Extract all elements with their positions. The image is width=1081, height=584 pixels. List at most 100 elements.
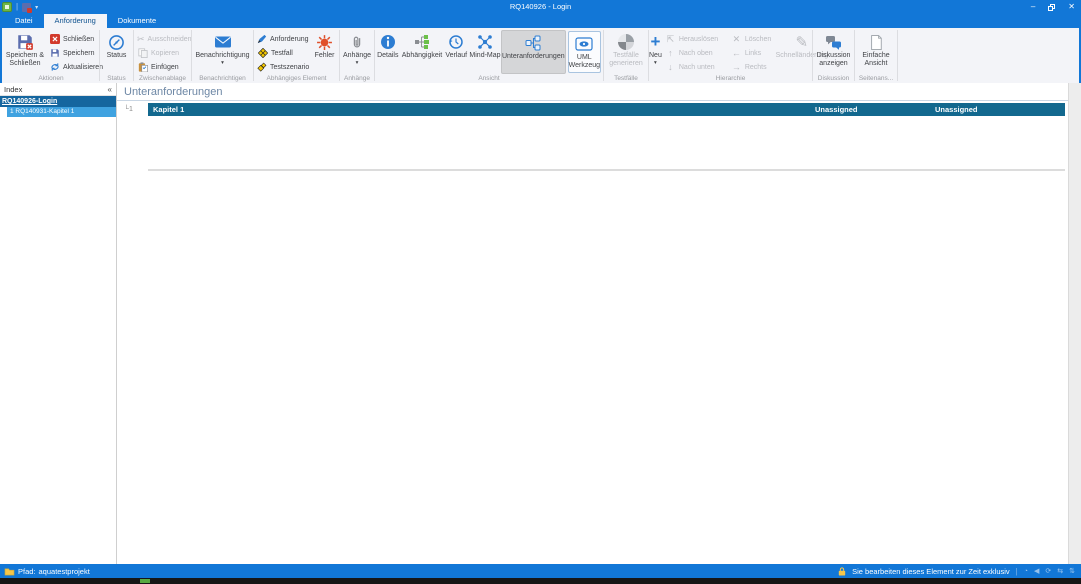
- herausloesen-button: ⇱ Herauslösen: [662, 32, 728, 46]
- restore-button[interactable]: [1048, 4, 1055, 11]
- statusbar-icon-4[interactable]: ⇆: [1057, 567, 1063, 575]
- button-label: Unteranforderungen: [502, 53, 565, 61]
- collapse-sidebar-icon[interactable]: «: [108, 85, 112, 94]
- button-label: Einfügen: [151, 64, 179, 71]
- tab-datei[interactable]: Datei: [4, 14, 44, 28]
- testfall-icon: [257, 48, 268, 59]
- testfall-button[interactable]: Testfall: [254, 46, 311, 60]
- group-label: Hierarchie: [649, 74, 812, 83]
- mindmap-button[interactable]: Mind-Map: [469, 30, 501, 74]
- quick-access-toolbar: | ▾: [2, 1, 38, 13]
- button-label: Mind-Map: [469, 52, 500, 60]
- einfache-ansicht-button[interactable]: Einfache Ansicht: [855, 30, 897, 74]
- quick-save-icon[interactable]: [22, 3, 31, 12]
- verlauf-button[interactable]: Verlauf: [443, 30, 469, 74]
- testfaelle-generieren-button: Testfälle generieren: [604, 30, 648, 74]
- statusbar-icon-3[interactable]: ⟳: [1045, 567, 1051, 575]
- sidebar-title: Index: [4, 85, 22, 94]
- path-value: aquatestprojekt: [39, 567, 90, 576]
- kopieren-button: Kopieren: [134, 46, 191, 60]
- row-status-1: Unassigned: [815, 103, 858, 116]
- ribbon-group-ansicht: Details Abhängigkeit Verlauf Mind-Map: [375, 28, 603, 83]
- anforderung-button[interactable]: Anforderung: [254, 32, 311, 46]
- requirement-row[interactable]: └1 Kapitel 1 Unassigned Unassigned: [117, 103, 1068, 116]
- close-button[interactable]: ✕: [1068, 0, 1075, 14]
- ribbon-group-status: Status Status: [100, 28, 133, 83]
- tab-dokumente[interactable]: Dokumente: [107, 14, 167, 28]
- title-bar: RQ140926 - Login | ▾ – ✕: [0, 0, 1081, 14]
- app-icon[interactable]: [2, 2, 12, 12]
- row-title-bar[interactable]: Kapitel 1 Unassigned Unassigned: [148, 103, 1065, 116]
- tab-anforderung[interactable]: Anforderung: [44, 14, 107, 28]
- minimize-button[interactable]: –: [1031, 0, 1035, 14]
- speichern-button[interactable]: Speichern: [47, 46, 97, 60]
- pie-icon: [618, 32, 634, 52]
- ribbon-group-benachrichtigen: Benachrichtigung ▾ Benachrichtigen: [192, 28, 253, 83]
- refresh-icon: [50, 62, 60, 73]
- aktualisieren-button[interactable]: Aktualisieren: [47, 60, 97, 74]
- statusbar-icon-2[interactable]: ◀: [1034, 567, 1039, 575]
- button-label: Neu: [649, 52, 662, 60]
- qat-separator: |: [16, 1, 18, 13]
- pen-icon: [257, 34, 267, 45]
- button-label: Nach oben: [679, 50, 713, 57]
- benachrichtigung-button[interactable]: Benachrichtigung ▾: [192, 30, 253, 74]
- sidebar-header: Index «: [0, 83, 116, 96]
- dropdown-caret-icon: ▾: [654, 61, 657, 65]
- button-label: Testfall: [271, 50, 293, 57]
- links-button: ← Links: [728, 46, 780, 60]
- speichern-schliessen-button[interactable]: Speichern & Schließen: [3, 30, 47, 74]
- fehler-button[interactable]: Fehler: [311, 30, 338, 74]
- neu-button[interactable]: + Neu ▾: [649, 30, 662, 74]
- einfuegen-button[interactable]: Einfügen: [134, 60, 191, 74]
- vertical-scrollbar[interactable]: [1068, 83, 1081, 564]
- button-label: Links: [745, 50, 761, 57]
- ribbon: Speichern & Schließen Schließen Speicher…: [0, 28, 1081, 85]
- save-close-icon: [16, 32, 34, 52]
- arrow-down-icon: ↓: [665, 62, 676, 73]
- button-label: Rechts: [745, 64, 767, 71]
- testszenario-button[interactable]: Testszenario: [254, 60, 311, 74]
- qat-caret-icon[interactable]: ▾: [35, 4, 38, 11]
- button-label: Anhänge: [343, 52, 371, 60]
- button-label: Löschen: [745, 36, 771, 43]
- rechts-button: → Rechts: [728, 60, 780, 74]
- button-label: Benachrichtigung: [195, 52, 249, 60]
- anhaenge-button[interactable]: Anhänge ▾: [340, 30, 374, 74]
- list-end-divider: [148, 169, 1065, 171]
- statusbar-icon-5[interactable]: ⇅: [1069, 567, 1075, 575]
- button-label: Testszenario: [270, 64, 309, 71]
- diskussion-anzeigen-button[interactable]: Diskussion anzeigen: [813, 30, 854, 74]
- group-label: Ansicht: [375, 74, 603, 83]
- button-label: Nach unten: [679, 64, 715, 71]
- main-panel: Unteranforderungen └1 Kapitel 1 Unassign…: [117, 83, 1068, 564]
- tree-item-root[interactable]: RQ140926-Login: [0, 96, 116, 107]
- folder-icon: [4, 567, 15, 576]
- tree-item-chapter[interactable]: 1 RQ140931-Kapitel 1: [7, 107, 116, 117]
- uml-werkzeug-button[interactable]: UML Werkzeug: [568, 31, 601, 73]
- button-label: Speichern: [63, 50, 95, 57]
- unteranforderungen-button[interactable]: Unteranforderungen: [501, 30, 566, 74]
- status-button[interactable]: Status: [100, 30, 133, 74]
- statusbar-icon-1[interactable]: ◔: [1024, 568, 1028, 575]
- row-index: └1: [117, 106, 148, 113]
- button-label: Abhängigkeit: [402, 52, 442, 60]
- abhaengigkeit-button[interactable]: Abhängigkeit: [401, 30, 444, 74]
- button-label: UML Werkzeug: [569, 54, 600, 70]
- index-sidebar: Index « RQ140926-Login 1 RQ140931-Kapite…: [0, 83, 117, 564]
- details-button[interactable]: Details: [375, 30, 401, 74]
- group-label: Status: [100, 74, 133, 83]
- page-title: Unteranforderungen: [124, 86, 1068, 98]
- button-label: Ausschneiden: [148, 36, 192, 43]
- statusbar-separator: |: [1016, 567, 1018, 576]
- info-icon: [380, 32, 396, 52]
- schliessen-button[interactable]: Schließen: [47, 32, 97, 46]
- nach-oben-button: ↑ Nach oben: [662, 46, 728, 60]
- subrequirements-icon: [525, 33, 541, 53]
- ausschneiden-button: ✂ Ausschneiden: [134, 32, 191, 46]
- button-label: Aktualisieren: [63, 64, 103, 71]
- button-label: Anforderung: [270, 36, 309, 43]
- group-label: Testfälle: [604, 74, 648, 83]
- nach-unten-button: ↓ Nach unten: [662, 60, 728, 74]
- content-area: Index « RQ140926-Login 1 RQ140931-Kapite…: [0, 83, 1081, 564]
